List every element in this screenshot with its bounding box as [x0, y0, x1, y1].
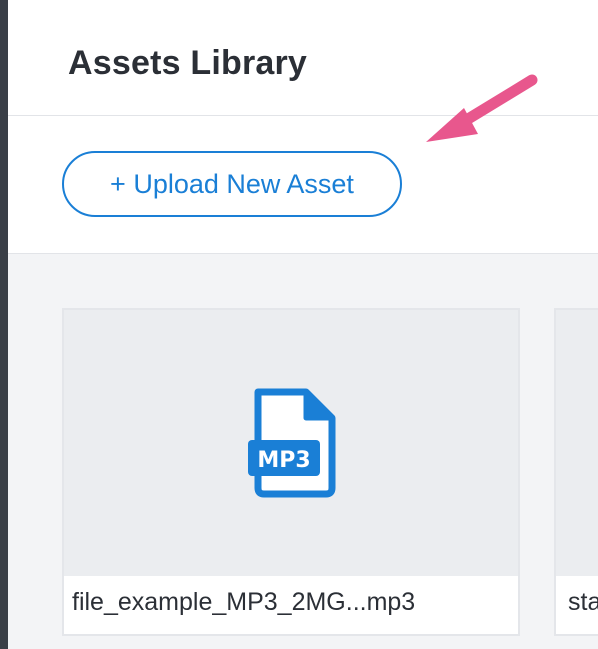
asset-file-name: sta	[568, 588, 598, 616]
mp3-badge-text: MP3	[257, 448, 310, 473]
upload-new-asset-button[interactable]: + Upload New Asset	[62, 151, 402, 217]
mp3-file-icon: MP3	[248, 388, 336, 498]
asset-thumbnail[interactable]	[556, 310, 598, 576]
assets-grid: MP3 file_example_MP3_2MG...mp3 sta	[8, 254, 598, 649]
annotation-arrow-icon	[426, 74, 538, 142]
asset-card[interactable]: MP3 file_example_MP3_2MG...mp3	[62, 308, 520, 636]
page-title: Assets Library	[68, 44, 308, 82]
window-left-border	[0, 0, 8, 649]
asset-card[interactable]: sta	[554, 308, 598, 636]
asset-thumbnail[interactable]: MP3	[64, 310, 518, 576]
asset-file-name: file_example_MP3_2MG...mp3	[72, 588, 416, 616]
